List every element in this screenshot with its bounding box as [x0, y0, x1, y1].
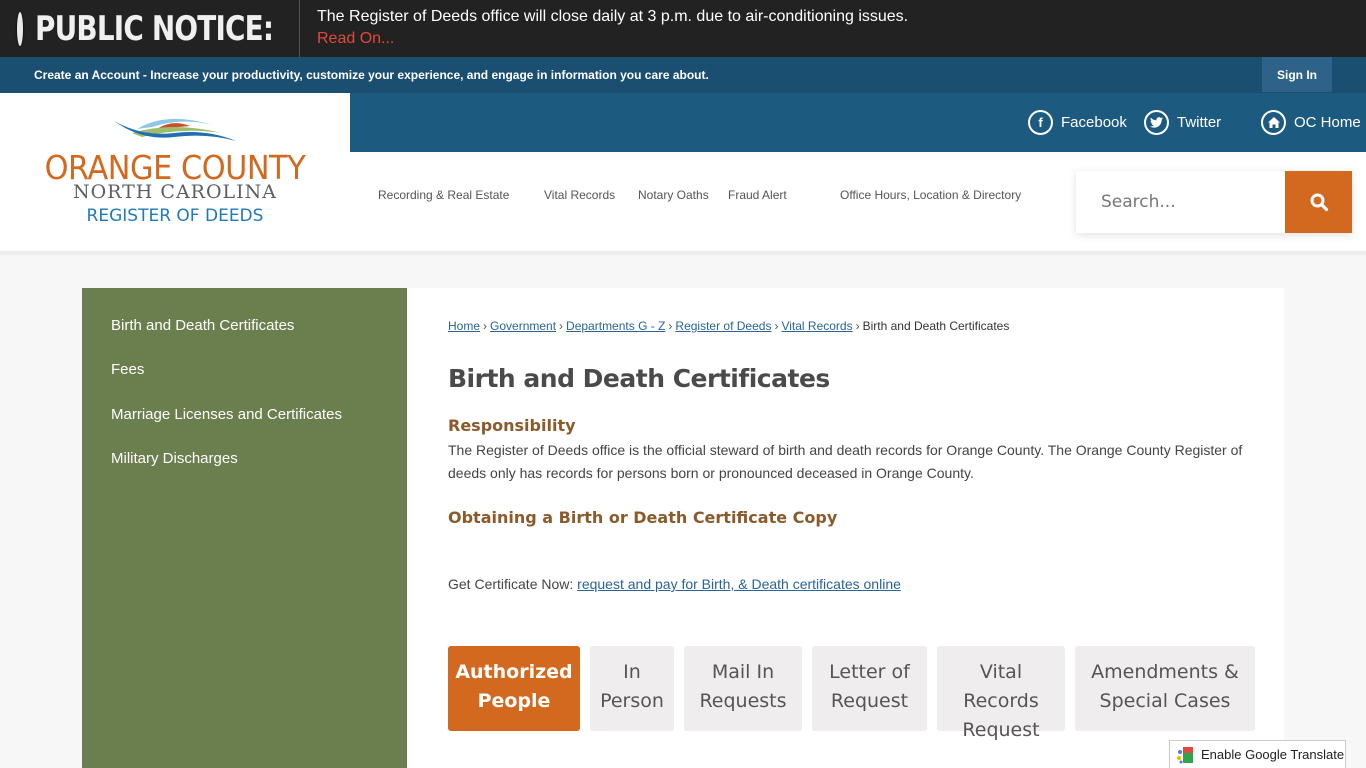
tab-amendments-special-cases[interactable]: Amendments & Special Cases — [1075, 646, 1255, 731]
tab-label-line: Authorized — [455, 661, 573, 683]
sidebar-item-military-discharges[interactable]: Military Discharges — [111, 450, 238, 467]
site-logo[interactable]: ORANGE COUNTY NORTH CAROLINA REGISTER OF… — [0, 93, 350, 251]
google-translate-button[interactable]: Enable Google Translate — [1169, 740, 1346, 768]
google-translate-icon — [1177, 746, 1193, 763]
nav-notary-oaths[interactable]: Notary Oaths — [638, 188, 709, 202]
tab-mail-in-requests[interactable]: Mail In Requests — [684, 646, 802, 731]
sidebar: Birth and Death Certificates Fees Marria… — [82, 288, 407, 768]
tab-in-person[interactable]: In Person — [590, 646, 674, 731]
google-translate-label: Enable Google Translate — [1201, 747, 1345, 762]
tab-label-line: Request — [830, 690, 909, 712]
tab-label-line: Records — [963, 690, 1039, 712]
sidebar-item-marriage-licenses[interactable]: Marriage Licenses and Certificates — [111, 406, 342, 423]
search-button[interactable] — [1285, 171, 1352, 233]
get-certificate-label: Get Certificate Now: — [448, 576, 574, 592]
tab-label-line: In — [623, 661, 641, 683]
breadcrumb-vital-records[interactable]: Vital Records — [781, 319, 852, 333]
tab-letter-of-request[interactable]: Letter of Request — [812, 646, 927, 731]
breadcrumb-register-of-deeds[interactable]: Register of Deeds — [675, 319, 771, 333]
get-certificate-line: Get Certificate Now: request and pay for… — [448, 576, 901, 592]
account-bar: Create an Account - Increase your produc… — [0, 57, 1366, 93]
facebook-link[interactable]: f Facebook — [1028, 110, 1127, 135]
tab-label-line: Person — [600, 690, 664, 712]
nav-recording-real-estate[interactable]: Recording & Real Estate — [378, 188, 509, 202]
breadcrumb-home[interactable]: Home — [448, 319, 480, 333]
sign-in-button[interactable]: Sign In — [1262, 57, 1332, 92]
oc-home-label: OC Home — [1294, 114, 1361, 131]
facebook-icon: f — [1028, 110, 1053, 135]
public-notice-message: The Register of Deeds office will close … — [317, 8, 909, 25]
sidebar-item-birth-death-certificates[interactable]: Birth and Death Certificates — [111, 317, 294, 334]
tab-label-line: Request — [962, 719, 1040, 741]
logo-state-name: NORTH CAROLINA — [72, 181, 278, 203]
nav-fraud-alert[interactable]: Fraud Alert — [728, 188, 787, 202]
tab-label-line: Amendments & — [1091, 661, 1239, 683]
responsibility-text: The Register of Deeds office is the offi… — [448, 442, 1243, 481]
twitter-icon — [1144, 110, 1169, 135]
tab-label-line: Mail In — [711, 661, 775, 683]
main-content: Home › Government › Departments G - Z › Regist… — [407, 288, 1284, 768]
logo-landscape-icon — [114, 118, 236, 141]
oc-home-link[interactable]: OC Home — [1261, 110, 1361, 135]
page-title: Birth and Death Certificates — [448, 364, 830, 393]
header-shadow — [0, 251, 1366, 257]
alert-dot-icon — [17, 11, 23, 46]
twitter-link[interactable]: Twitter — [1144, 110, 1221, 135]
tab-label-line: People — [477, 690, 551, 712]
tab-authorized-people[interactable]: Authorized People — [448, 646, 580, 731]
social-links-bar: f Facebook Twitter OC Home — [350, 93, 1366, 152]
search-box — [1076, 171, 1352, 233]
breadcrumb-government[interactable]: Government — [490, 319, 556, 333]
read-on-link[interactable]: Read On... — [317, 30, 394, 48]
tab-label-line: Requests — [699, 690, 787, 712]
public-notice-bar: PUBLIC NOTICE: The Register of Deeds off… — [0, 0, 1366, 57]
public-notice-label: PUBLIC NOTICE: — [0, 0, 300, 57]
search-icon — [1310, 193, 1328, 212]
search-input[interactable] — [1076, 171, 1285, 233]
request-certificate-online-link[interactable]: request and pay for Birth, & Death certi… — [577, 576, 901, 592]
tab-vital-records-request[interactable]: Vital Records Request — [937, 646, 1065, 741]
nav-vital-records[interactable]: Vital Records — [544, 188, 615, 202]
public-notice-title: PUBLIC NOTICE: — [35, 8, 274, 49]
tab-label-line: Special Cases — [1099, 690, 1231, 712]
responsibility-heading: Responsibility — [448, 416, 576, 435]
create-account-link[interactable]: Create an Account - Increase your produc… — [34, 68, 709, 82]
tab-label-line: Vital — [979, 661, 1023, 683]
tab-label-line: Letter of — [829, 661, 910, 683]
facebook-label: Facebook — [1061, 114, 1127, 131]
twitter-label: Twitter — [1177, 114, 1222, 131]
sidebar-item-fees[interactable]: Fees — [111, 361, 144, 378]
obtain-certificate-heading: Obtaining a Birth or Death Certificate C… — [448, 508, 838, 527]
breadcrumb-current: Birth and Death Certificates — [862, 319, 1010, 333]
home-icon — [1261, 110, 1286, 135]
logo-department-name: REGISTER OF DEEDS — [86, 206, 264, 226]
breadcrumb-departments[interactable]: Departments G - Z — [566, 319, 665, 333]
nav-office-hours-location-directory[interactable]: Office Hours, Location & Directory — [840, 188, 1021, 202]
breadcrumb: Home › Government › Departments G - Z › Regist… — [448, 319, 1010, 333]
